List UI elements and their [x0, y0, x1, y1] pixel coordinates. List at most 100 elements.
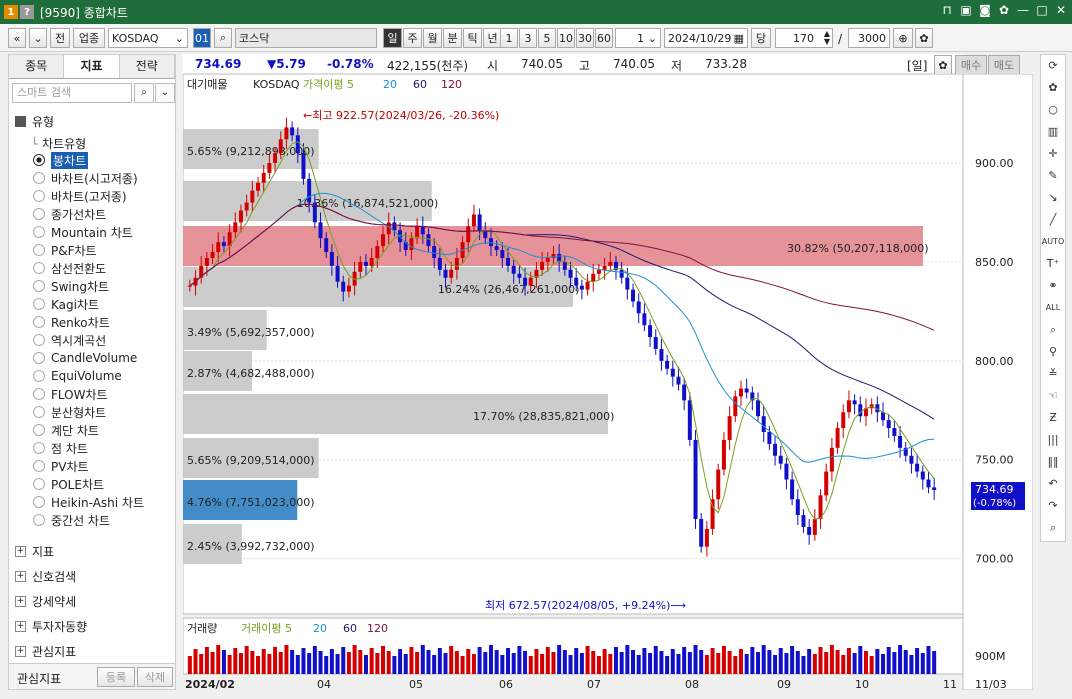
chart-type-option[interactable]: CandleVolume: [33, 349, 137, 367]
prev-button[interactable]: 전: [50, 28, 70, 48]
tab-indicator[interactable]: 지표: [64, 55, 120, 78]
radio-icon[interactable]: [33, 172, 45, 184]
interval-0[interactable]: 1: [500, 28, 518, 48]
chart-type-option[interactable]: 점 차트: [33, 439, 88, 457]
smart-search-input[interactable]: 스마트 검색: [12, 83, 132, 103]
chart-type-option[interactable]: EquiVolume: [33, 367, 122, 385]
symbol-name-field[interactable]: 코스닥: [235, 28, 377, 48]
sell-button[interactable]: 매도: [988, 55, 1020, 75]
interval-5[interactable]: 60: [595, 28, 613, 48]
zoom-icon[interactable]: ⌕: [1041, 319, 1065, 341]
radio-icon[interactable]: [33, 478, 45, 490]
chart-type-option[interactable]: 중간선 차트: [33, 511, 110, 529]
unit-button[interactable]: 당: [751, 28, 771, 48]
period-0[interactable]: 일: [383, 28, 402, 48]
period-3[interactable]: 분: [443, 28, 462, 48]
text-icon[interactable]: T⁺: [1041, 253, 1065, 275]
magnify-icon[interactable]: ⚲: [1041, 341, 1065, 363]
search-icon[interactable]: ⌕: [134, 83, 154, 103]
help-icon[interactable]: ?: [20, 5, 34, 19]
radio-icon[interactable]: [33, 262, 45, 274]
radio-icon[interactable]: [33, 280, 45, 292]
camera-icon[interactable]: ◙: [978, 3, 992, 19]
price-chart[interactable]: 900.00 850.00 800.00 750.00 700.00 5.65% (9,2…: [183, 74, 1033, 690]
chart-type-option[interactable]: Kagi차트: [33, 295, 99, 313]
link-icon[interactable]: ⚭: [1041, 275, 1065, 297]
fib-icon[interactable]: ≚: [1041, 363, 1065, 385]
circle-icon[interactable]: ○: [1041, 99, 1065, 121]
chart-type-option[interactable]: 종가선차트: [33, 205, 106, 223]
interval-1[interactable]: 3: [519, 28, 537, 48]
interval-2[interactable]: 5: [538, 28, 556, 48]
expand-icon[interactable]: +: [15, 646, 26, 657]
auto-icon[interactable]: AUTO: [1041, 231, 1065, 253]
pin-icon[interactable]: ⊓: [940, 3, 954, 19]
columns-icon[interactable]: ‖‖: [1041, 451, 1065, 473]
date-input[interactable]: 2024/10/29 ▦: [664, 28, 748, 48]
radio-icon[interactable]: [33, 226, 45, 238]
folder-2[interactable]: + 강세약세: [15, 593, 76, 610]
radio-icon[interactable]: [33, 406, 45, 418]
radio-icon[interactable]: [33, 334, 45, 346]
chart-type-option[interactable]: 바차트(시고저종): [33, 169, 138, 187]
chart-type-option[interactable]: FLOW차트: [33, 385, 108, 403]
expand-icon[interactable]: ⌄: [155, 83, 175, 103]
radio-icon[interactable]: [33, 442, 45, 454]
folder-0[interactable]: + 지표: [15, 543, 54, 560]
nav-dropdown-button[interactable]: ⌄: [29, 28, 47, 48]
delete-button[interactable]: 삭제: [137, 667, 173, 687]
chart-type-option[interactable]: P&F차트: [33, 241, 97, 259]
folder-3[interactable]: + 투자자동향: [15, 618, 87, 635]
period-1[interactable]: 주: [403, 28, 422, 48]
chart-type-option[interactable]: 역시계곡선: [33, 331, 106, 349]
expand-icon[interactable]: +: [15, 546, 26, 557]
radio-icon[interactable]: [33, 514, 45, 526]
expand-icon[interactable]: +: [15, 571, 26, 582]
code-box[interactable]: 01: [193, 28, 211, 48]
interval-4[interactable]: 30: [576, 28, 594, 48]
search-icon[interactable]: ⌕: [1041, 517, 1065, 539]
ray-icon[interactable]: ↘: [1041, 187, 1065, 209]
refresh-icon[interactable]: ⟳: [1041, 55, 1065, 77]
radio-icon[interactable]: [33, 208, 45, 220]
zoom-icon[interactable]: ⊕: [893, 28, 913, 48]
radio-icon[interactable]: [33, 424, 45, 436]
hand-icon[interactable]: ☜: [1041, 385, 1065, 407]
chart-type-option[interactable]: Mountain 차트: [33, 223, 133, 241]
bar-chart-icon[interactable]: ▥: [1041, 121, 1065, 143]
folder-1[interactable]: + 신호검색: [15, 568, 76, 585]
chart-type-option[interactable]: 봉차트: [33, 151, 89, 169]
tab-strategy[interactable]: 전략: [119, 55, 175, 78]
chart-type-option[interactable]: 바차트(고저종): [33, 187, 127, 205]
count-combo[interactable]: 1 ⌄: [615, 28, 661, 48]
radio-icon[interactable]: [33, 388, 45, 400]
radio-icon[interactable]: [33, 316, 45, 328]
close-icon[interactable]: ✕: [1054, 3, 1068, 19]
chart-type-option[interactable]: 삼선전환도: [33, 259, 106, 277]
crosshair-icon[interactable]: ✛: [1041, 143, 1065, 165]
chart-type-option[interactable]: Swing차트: [33, 277, 109, 295]
zigzag-icon[interactable]: Ƶ: [1041, 407, 1065, 429]
chart-type-option[interactable]: POLE차트: [33, 475, 104, 493]
interval-3[interactable]: 10: [557, 28, 575, 48]
radio-icon[interactable]: [33, 190, 45, 202]
buy-button[interactable]: 매수: [955, 55, 987, 75]
nav-prev-button[interactable]: «: [8, 28, 26, 48]
sector-button[interactable]: 업종: [73, 28, 105, 48]
radio-icon[interactable]: [33, 244, 45, 256]
chart-type-option[interactable]: 분산형차트: [33, 403, 106, 421]
chart-settings-icon[interactable]: ✿: [915, 28, 933, 48]
expand-icon[interactable]: +: [15, 596, 26, 607]
chart-type-option[interactable]: Renko차트: [33, 313, 110, 331]
register-button[interactable]: 등록: [97, 667, 135, 687]
redo-icon[interactable]: ↷: [1041, 495, 1065, 517]
calendar-icon[interactable]: ▦: [734, 32, 744, 45]
maximize-icon[interactable]: □: [1035, 3, 1049, 19]
gear-icon[interactable]: ✿: [1041, 77, 1065, 99]
expand-icon[interactable]: +: [15, 621, 26, 632]
group-type[interactable]: 유형: [15, 113, 54, 130]
save-icon[interactable]: ▣: [959, 3, 973, 19]
radio-icon[interactable]: [33, 370, 45, 382]
bars-stepper[interactable]: 170 ▲ ▼: [775, 28, 833, 48]
gear-icon[interactable]: ✿: [934, 55, 952, 75]
